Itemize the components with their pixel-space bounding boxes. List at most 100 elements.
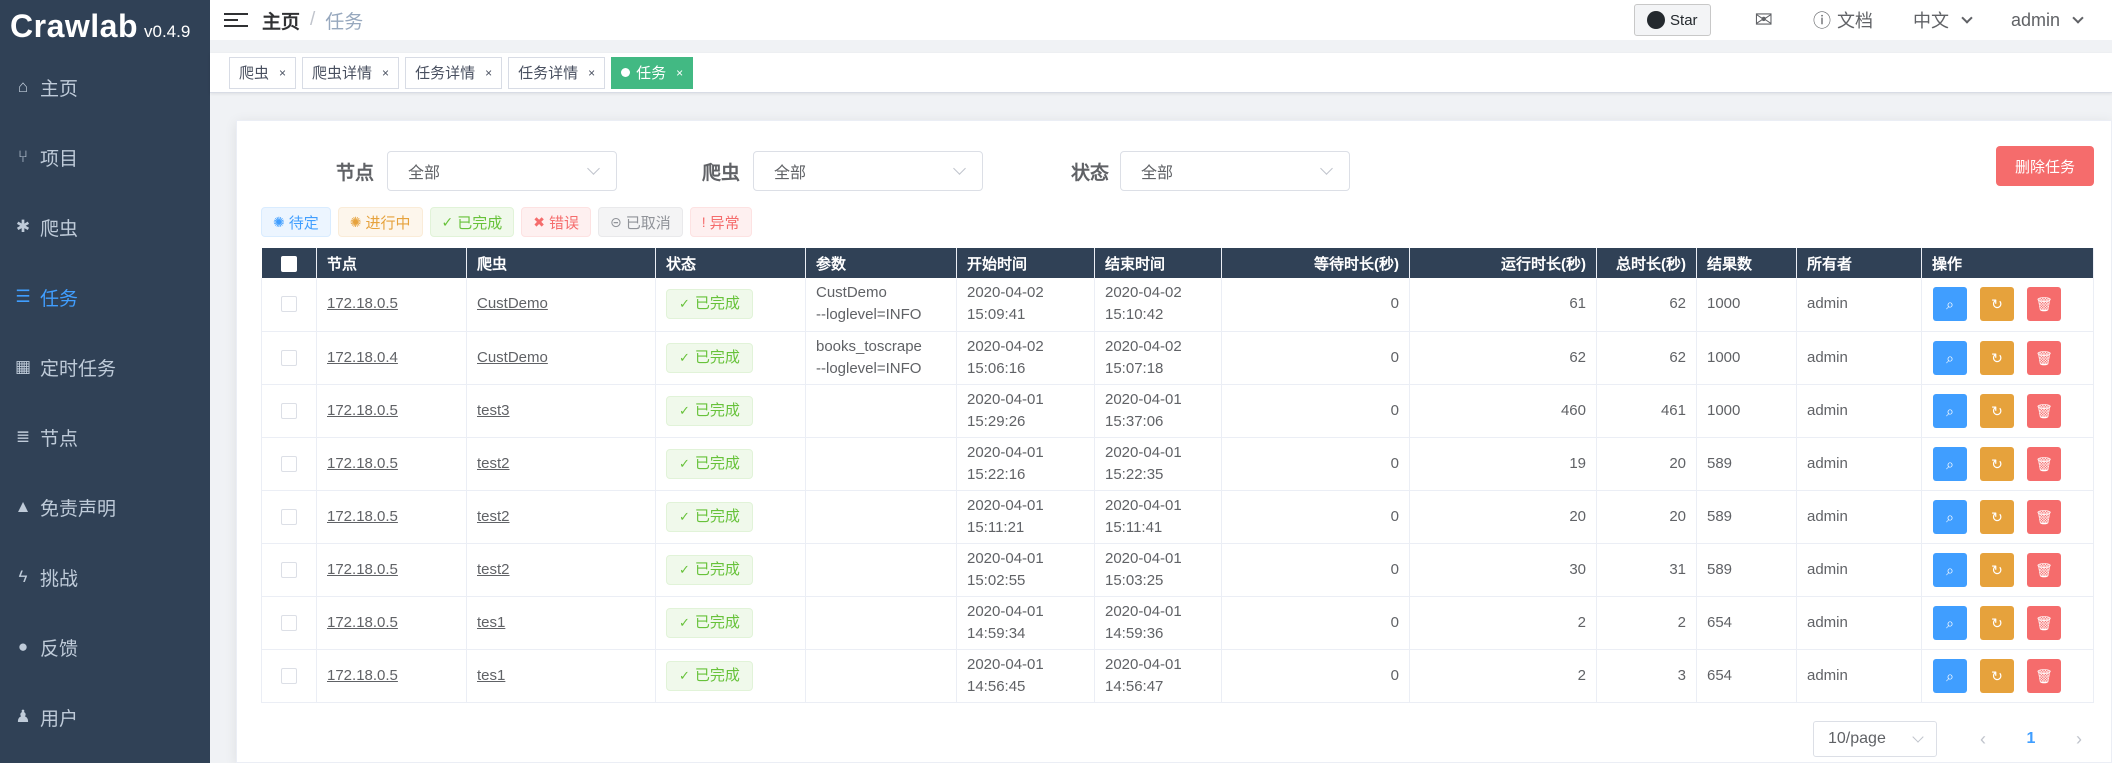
delete-task-button[interactable]: 🗑 (2027, 287, 2061, 322)
delete-task-button[interactable]: 🗑 (2027, 658, 2061, 693)
view-task-button[interactable]: ⌕ (1933, 658, 1967, 693)
delete-task-button[interactable]: 🗑 (2027, 340, 2061, 375)
close-icon[interactable]: × (485, 66, 492, 80)
status-tag-abnormal[interactable]: ! 异常 (689, 207, 752, 237)
table-row[interactable]: 172.18.0.5 test3 ✓ 已完成 2020-04-01 15:29:26 202… (261, 384, 2094, 438)
sidebar-item-nodes[interactable]: ≣ 节点 (0, 402, 210, 472)
spider-link[interactable]: test2 (477, 508, 510, 525)
status-tag-error[interactable]: ✖ 错误 (521, 207, 591, 237)
table-row[interactable]: 172.18.0.5 test2 ✓ 已完成 2020-04-01 15:02:55 202… (261, 543, 2094, 597)
sidebar-item-projects[interactable]: ⑂ 项目 (0, 122, 210, 192)
sidebar-item-schedules[interactable]: ▦ 定时任务 (0, 332, 210, 402)
tag-task-detail[interactable]: 任务详情 × (508, 56, 606, 89)
node-filter-select[interactable]: 全部 (387, 151, 617, 191)
status-tag-pending[interactable]: ✺ 待定 (261, 207, 331, 237)
column-header[interactable]: 节点 (316, 248, 467, 278)
breadcrumb-home[interactable]: 主页 (262, 7, 300, 34)
column-header[interactable]: 运行时长(秒) (1409, 248, 1597, 278)
row-checkbox[interactable] (281, 402, 297, 419)
spider-filter-select[interactable]: 全部 (753, 151, 983, 191)
sidebar-item-disclaimer[interactable]: ▲ 免责声明 (0, 472, 210, 542)
sidebar-item-tasks[interactable]: ☰ 任务 (0, 262, 210, 332)
row-checkbox[interactable] (281, 561, 297, 578)
status-tag-finished[interactable]: ✓ 已完成 (429, 207, 515, 237)
node-link[interactable]: 172.18.0.5 (327, 667, 398, 684)
prev-page-icon[interactable]: ‹ (1959, 729, 2007, 750)
view-task-button[interactable]: ⌕ (1933, 499, 1967, 534)
view-task-button[interactable]: ⌕ (1933, 340, 1967, 375)
close-icon[interactable]: × (279, 66, 286, 80)
column-header[interactable]: 爬虫 (466, 248, 656, 278)
view-task-button[interactable]: ⌕ (1933, 605, 1967, 640)
table-row[interactable]: 172.18.0.4 CustDemo ✓ 已完成 books_toscrape --lo… (261, 331, 2094, 385)
spider-link[interactable]: test2 (477, 561, 510, 578)
row-checkbox[interactable] (281, 508, 297, 525)
select-all-checkbox[interactable] (280, 255, 297, 272)
node-link[interactable]: 172.18.0.4 (327, 349, 398, 366)
table-row[interactable]: 172.18.0.5 tes1 ✓ 已完成 2020-04-01 14:56:45 2020… (261, 649, 2094, 703)
row-checkbox[interactable] (281, 455, 297, 472)
close-icon[interactable]: × (676, 66, 683, 80)
next-page-icon[interactable]: › (2055, 729, 2103, 750)
node-link[interactable]: 172.18.0.5 (327, 508, 398, 525)
restart-task-button[interactable]: ↻ (1980, 552, 2014, 587)
restart-task-button[interactable]: ↻ (1980, 340, 2014, 375)
column-header[interactable]: 参数 (805, 248, 957, 278)
table-row[interactable]: 172.18.0.5 test2 ✓ 已完成 2020-04-01 15:22:16 202… (261, 437, 2094, 491)
view-task-button[interactable]: ⌕ (1933, 287, 1967, 322)
spider-link[interactable]: test2 (477, 455, 510, 472)
wechat-icon[interactable]: ✉ (1755, 7, 1773, 33)
sidebar-item-feedback[interactable]: ● 反馈 (0, 612, 210, 682)
column-header[interactable]: 总时长(秒) (1596, 248, 1697, 278)
node-link[interactable]: 172.18.0.5 (327, 455, 398, 472)
spider-link[interactable]: test3 (477, 402, 510, 419)
tag-spider-detail[interactable]: 爬虫详情 × (302, 56, 400, 89)
row-checkbox[interactable] (281, 349, 297, 366)
sidebar-item-home[interactable]: ⌂ 主页 (0, 52, 210, 122)
view-task-button[interactable]: ⌕ (1933, 446, 1967, 481)
row-checkbox[interactable] (281, 614, 297, 631)
column-header[interactable]: 状态 (655, 248, 806, 278)
row-checkbox[interactable] (281, 296, 297, 313)
status-tag-running[interactable]: ✺ 进行中 (337, 207, 423, 237)
delete-tasks-button[interactable]: 删除任务 (1996, 146, 2094, 186)
table-row[interactable]: 172.18.0.5 tes1 ✓ 已完成 2020-04-01 14:59:34 2020… (261, 596, 2094, 650)
github-star-button[interactable]: Star (1634, 4, 1711, 36)
column-header[interactable]: 所有者 (1796, 248, 1922, 278)
tag-spiders[interactable]: 爬虫 × (229, 56, 297, 89)
docs-link[interactable]: ⓘ 文档 (1813, 7, 1873, 33)
status-tag-cancelled[interactable]: ⊝ 已取消 (598, 207, 683, 237)
node-link[interactable]: 172.18.0.5 (327, 561, 398, 578)
delete-task-button[interactable]: 🗑 (2027, 605, 2061, 640)
table-row[interactable]: 172.18.0.5 test2 ✓ 已完成 2020-04-01 15:11:21 202… (261, 490, 2094, 544)
view-task-button[interactable]: ⌕ (1933, 393, 1967, 428)
column-header[interactable]: 开始时间 (956, 248, 1095, 278)
column-header[interactable]: 结束时间 (1094, 248, 1222, 278)
sidebar-item-users[interactable]: ♟ 用户 (0, 682, 210, 752)
delete-task-button[interactable]: 🗑 (2027, 552, 2061, 587)
node-link[interactable]: 172.18.0.5 (327, 295, 398, 312)
close-icon[interactable]: × (588, 66, 595, 80)
spider-link[interactable]: tes1 (477, 667, 505, 684)
restart-task-button[interactable]: ↻ (1980, 287, 2014, 322)
node-link[interactable]: 172.18.0.5 (327, 614, 398, 631)
restart-task-button[interactable]: ↻ (1980, 499, 2014, 534)
table-row[interactable]: 172.18.0.5 CustDemo ✓ 已完成 CustDemo --loglevel… (261, 278, 2094, 332)
restart-task-button[interactable]: ↻ (1980, 658, 2014, 693)
spider-link[interactable]: tes1 (477, 614, 505, 631)
user-dropdown[interactable]: admin (2011, 10, 2084, 31)
delete-task-button[interactable]: 🗑 (2027, 393, 2061, 428)
page-number-current[interactable]: 1 (2007, 730, 2055, 748)
status-filter-select[interactable]: 全部 (1120, 151, 1350, 191)
row-checkbox[interactable] (281, 667, 297, 684)
column-header[interactable]: 结果数 (1696, 248, 1797, 278)
close-icon[interactable]: × (382, 66, 389, 80)
column-header[interactable]: 等待时长(秒) (1221, 248, 1410, 278)
tag-task-detail[interactable]: 任务详情 × (405, 56, 503, 89)
restart-task-button[interactable]: ↻ (1980, 393, 2014, 428)
tag-tasks[interactable]: 任务 × (611, 56, 694, 89)
delete-task-button[interactable]: 🗑 (2027, 446, 2061, 481)
page-size-select[interactable]: 10/page (1813, 721, 1937, 757)
sidebar-item-challenges[interactable]: ϟ 挑战 (0, 542, 210, 612)
sidebar-item-spiders[interactable]: ✱ 爬虫 (0, 192, 210, 262)
